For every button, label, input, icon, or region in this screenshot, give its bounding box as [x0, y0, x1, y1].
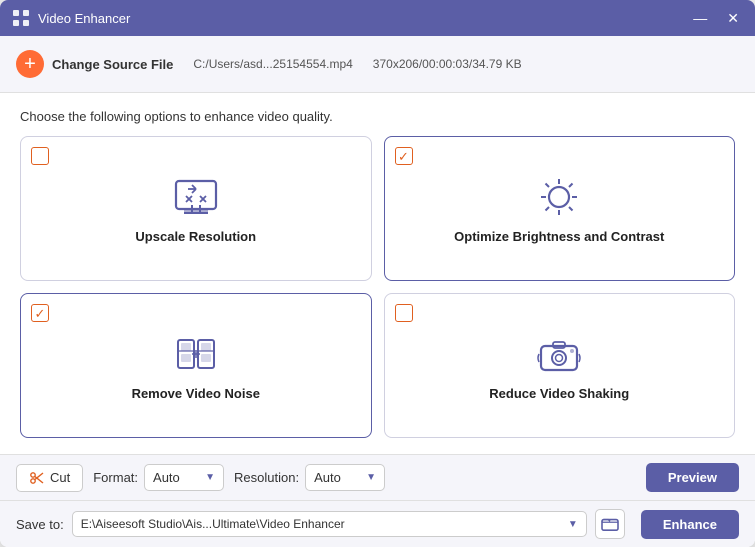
resolution-value: Auto — [314, 470, 341, 485]
app-icon — [12, 9, 30, 27]
brightness-label: Optimize Brightness and Contrast — [454, 229, 664, 244]
brightness-icon — [531, 173, 587, 221]
noise-label: Remove Video Noise — [132, 386, 260, 401]
options-grid: Upscale Resolution ✓ — [20, 136, 735, 438]
save-bar: Save to: E:\Aiseesoft Studio\Ais...Ultim… — [0, 500, 755, 547]
brightness-checkmark: ✓ — [398, 150, 409, 163]
format-arrow: ▼ — [205, 472, 215, 483]
cut-button[interactable]: Cut — [16, 464, 83, 492]
format-group: Format: Auto ▼ — [93, 464, 224, 491]
instructions-text: Choose the following options to enhance … — [20, 109, 735, 124]
save-path-box[interactable]: E:\Aiseesoft Studio\Ais...Ultimate\Video… — [72, 511, 587, 537]
resolution-group: Resolution: Auto ▼ — [234, 464, 385, 491]
bottom-bar: Cut Format: Auto ▼ Resolution: Auto ▼ Pr… — [0, 454, 755, 500]
resolution-select[interactable]: Auto ▼ — [305, 464, 385, 491]
change-source-label: Change Source File — [52, 57, 173, 72]
format-label: Format: — [93, 470, 138, 485]
upscale-icon — [168, 173, 224, 221]
noise-checkmark: ✓ — [35, 307, 46, 320]
plus-icon: + — [16, 50, 44, 78]
option-shaking[interactable]: Reduce Video Shaking — [384, 293, 736, 438]
option-noise[interactable]: ✓ — [20, 293, 372, 438]
window-controls: — ✕ — [689, 9, 743, 27]
save-path-text: E:\Aiseesoft Studio\Ais...Ultimate\Video… — [81, 517, 564, 531]
main-window: Video Enhancer — ✕ + Change Source File … — [0, 0, 755, 547]
content-area: Choose the following options to enhance … — [0, 93, 755, 454]
save-folder-button[interactable] — [595, 509, 625, 539]
cut-label: Cut — [50, 470, 70, 485]
file-path: C:/Users/asd...25154554.mp4 — [193, 57, 352, 71]
file-meta: 370x206/00:00:03/34.79 KB — [373, 57, 522, 71]
brightness-checkbox[interactable]: ✓ — [395, 147, 413, 165]
noise-checkbox[interactable]: ✓ — [31, 304, 49, 322]
option-brightness[interactable]: ✓ Optimize Br — [384, 136, 736, 281]
minimize-button[interactable]: — — [689, 9, 711, 27]
upscale-checkbox[interactable] — [31, 147, 49, 165]
noise-icon — [168, 330, 224, 378]
save-to-label: Save to: — [16, 517, 64, 532]
preview-button[interactable]: Preview — [646, 463, 739, 492]
upscale-label: Upscale Resolution — [135, 229, 256, 244]
save-path-arrow: ▼ — [568, 519, 578, 530]
resolution-arrow: ▼ — [366, 472, 376, 483]
resolution-label: Resolution: — [234, 470, 299, 485]
folder-icon — [601, 516, 619, 532]
close-button[interactable]: ✕ — [723, 9, 743, 27]
format-select[interactable]: Auto ▼ — [144, 464, 224, 491]
shaking-icon — [531, 330, 587, 378]
scissors-icon — [29, 470, 45, 486]
title-bar: Video Enhancer — ✕ — [0, 0, 755, 36]
shaking-checkbox[interactable] — [395, 304, 413, 322]
option-upscale[interactable]: Upscale Resolution — [20, 136, 372, 281]
change-source-button[interactable]: + Change Source File — [16, 46, 173, 82]
shaking-label: Reduce Video Shaking — [489, 386, 629, 401]
toolbar: + Change Source File C:/Users/asd...2515… — [0, 36, 755, 93]
app-title: Video Enhancer — [38, 11, 689, 26]
format-value: Auto — [153, 470, 180, 485]
enhance-button[interactable]: Enhance — [641, 510, 739, 539]
